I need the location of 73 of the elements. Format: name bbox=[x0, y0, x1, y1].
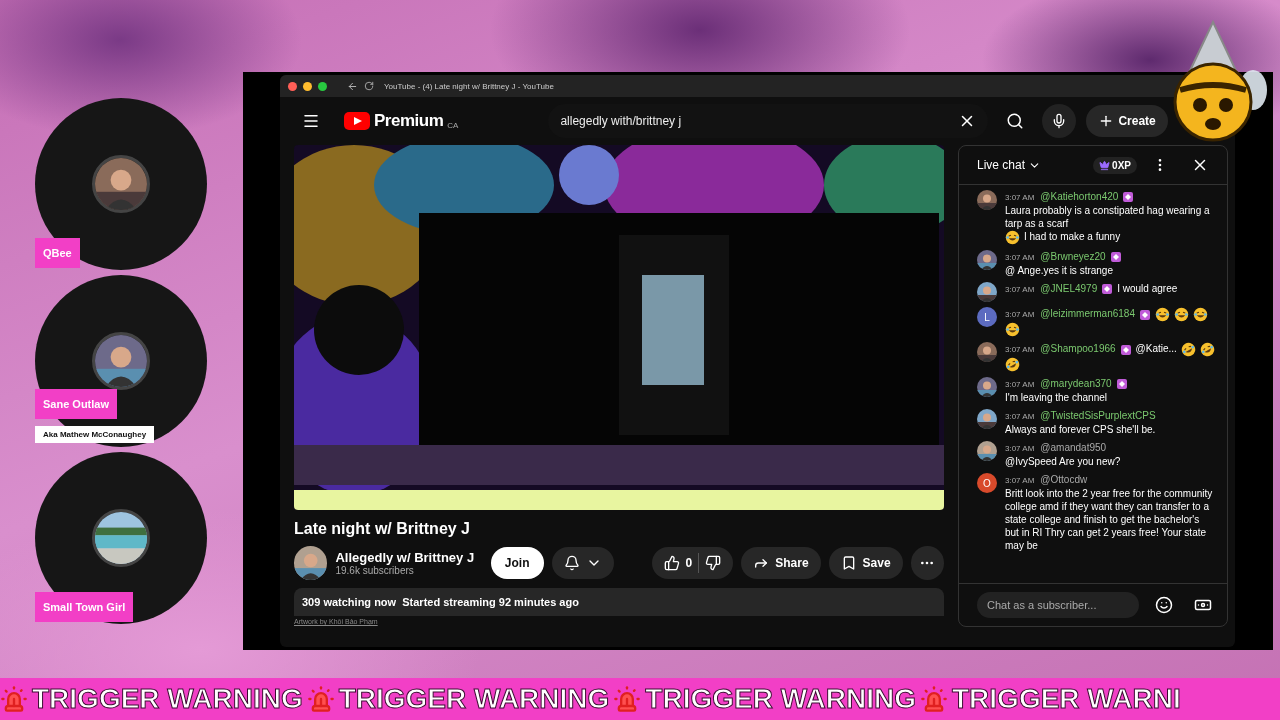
minimize-dot-icon[interactable] bbox=[303, 81, 312, 91]
message-text: @IvySpeed Are you new? bbox=[1005, 455, 1121, 468]
menu-icon bbox=[302, 112, 320, 130]
share-button[interactable]: Share bbox=[741, 547, 821, 579]
reload-icon[interactable] bbox=[364, 81, 374, 91]
message-time: 3:07 AM bbox=[1005, 380, 1035, 389]
warning-text: TRIGGER WARNI bbox=[952, 683, 1181, 715]
message-time: 3:07 AM bbox=[1005, 476, 1035, 485]
author-name[interactable]: @Katiehorton420 bbox=[1040, 191, 1119, 202]
description-box[interactable]: 309 watching now Started streaming 92 minutes ago bbox=[294, 588, 944, 616]
message-text: Britt look into the 2 year free for the community college amd if they want they can transfer to a state college and finish to get the bachelor's but in RI Thry can get 2 years free! Your state may be bbox=[1005, 487, 1214, 552]
create-button[interactable]: Create bbox=[1086, 105, 1168, 137]
stream-stats: 309 watching now Started streaming 92 minutes ago bbox=[302, 596, 579, 608]
join-button[interactable]: Join bbox=[490, 547, 544, 579]
play-logo-icon bbox=[344, 112, 370, 130]
message-time: 3:07 AM bbox=[1005, 345, 1035, 355]
message-time: 3:07 AM bbox=[1005, 444, 1035, 453]
author-name[interactable]: @Shampoo1966 bbox=[1040, 343, 1116, 355]
bell-icon bbox=[563, 555, 580, 571]
video-title: Late night w/ Brittney J bbox=[294, 520, 471, 538]
warning-text: TRIGGER WARNING bbox=[32, 683, 303, 715]
message-time: 3:07 AM bbox=[1005, 193, 1035, 202]
like-count: 0 bbox=[685, 556, 693, 570]
message-time: 3:07 AM bbox=[1005, 285, 1035, 294]
guest-name: QBee bbox=[35, 238, 80, 268]
crown-icon bbox=[1099, 159, 1111, 171]
tab-title: YouTube - (4) Late night w/ Brittney J - YouTube bbox=[384, 81, 554, 91]
message-time: 3:07 AM bbox=[1005, 310, 1035, 320]
notification-bell-button[interactable] bbox=[551, 547, 614, 579]
author-name[interactable]: @JNEL4979 bbox=[1040, 283, 1098, 294]
guest-subtitle: Aka Mathew McConaughey bbox=[35, 426, 155, 443]
siren-icon bbox=[920, 685, 948, 713]
message-text: Laura probably is a constipated hag wearing a tarp as a scarf bbox=[1005, 204, 1211, 230]
search-icon bbox=[1006, 112, 1025, 130]
smiley-icon bbox=[1154, 596, 1173, 614]
region-code: CA bbox=[447, 121, 459, 130]
warning-text: TRIGGER WARNING bbox=[645, 683, 916, 715]
message-text: I'm leaving the channel bbox=[1005, 391, 1107, 404]
siren-icon bbox=[613, 685, 642, 713]
message-text: Always and forever CPS she'll be. bbox=[1005, 423, 1156, 436]
logo-text: Premium bbox=[374, 111, 444, 131]
siren-icon bbox=[0, 685, 28, 713]
guest-name: Small Town Girl bbox=[35, 592, 134, 622]
message-time: 3:07 AM bbox=[1005, 412, 1035, 421]
chat-input[interactable]: Chat as a subscriber... bbox=[977, 592, 1139, 618]
like-dislike-button[interactable]: 0 bbox=[651, 547, 734, 579]
points-badge[interactable]: 0XP bbox=[1093, 156, 1137, 174]
author-name[interactable]: @amandat950 bbox=[1040, 442, 1107, 453]
author-name[interactable]: @leizimmerman6184 bbox=[1040, 308, 1135, 320]
user-avatar: O bbox=[977, 473, 997, 493]
thumbs-down-icon bbox=[705, 555, 722, 571]
message-text: I had to make a funny bbox=[1024, 230, 1121, 243]
mic-button[interactable] bbox=[1042, 104, 1077, 138]
close-dot-icon[interactable] bbox=[288, 81, 297, 91]
channel-name[interactable]: Allegedly w/ Brittney J bbox=[335, 550, 483, 565]
siren-icon bbox=[306, 685, 335, 713]
author-name[interactable]: @Ottocdw bbox=[1040, 474, 1088, 485]
back-icon[interactable] bbox=[347, 80, 358, 92]
thumbs-up-icon bbox=[663, 555, 680, 571]
message-text: @Katie... bbox=[1135, 342, 1177, 355]
maximize-dot-icon[interactable] bbox=[318, 81, 327, 91]
user-avatar: L bbox=[977, 307, 997, 327]
subscriber-count: 19.6k subscribers bbox=[335, 565, 415, 576]
author-name[interactable]: @Brwneyez20 bbox=[1040, 251, 1106, 262]
author-name[interactable]: @TwistedSisPurplextCPS bbox=[1040, 410, 1156, 421]
message-text: I would agree bbox=[1117, 282, 1178, 295]
message-text: @ Ange.yes it is strange bbox=[1005, 264, 1113, 277]
save-button[interactable]: Save bbox=[828, 547, 903, 579]
message-time: 3:07 AM bbox=[1005, 253, 1035, 262]
guest-name: Sane Outlaw bbox=[35, 389, 118, 419]
warning-text: TRIGGER WARNING bbox=[338, 683, 610, 715]
live-chat-dropdown[interactable]: Live chat bbox=[977, 158, 1088, 172]
author-name[interactable]: @marydean370 bbox=[1040, 378, 1112, 389]
